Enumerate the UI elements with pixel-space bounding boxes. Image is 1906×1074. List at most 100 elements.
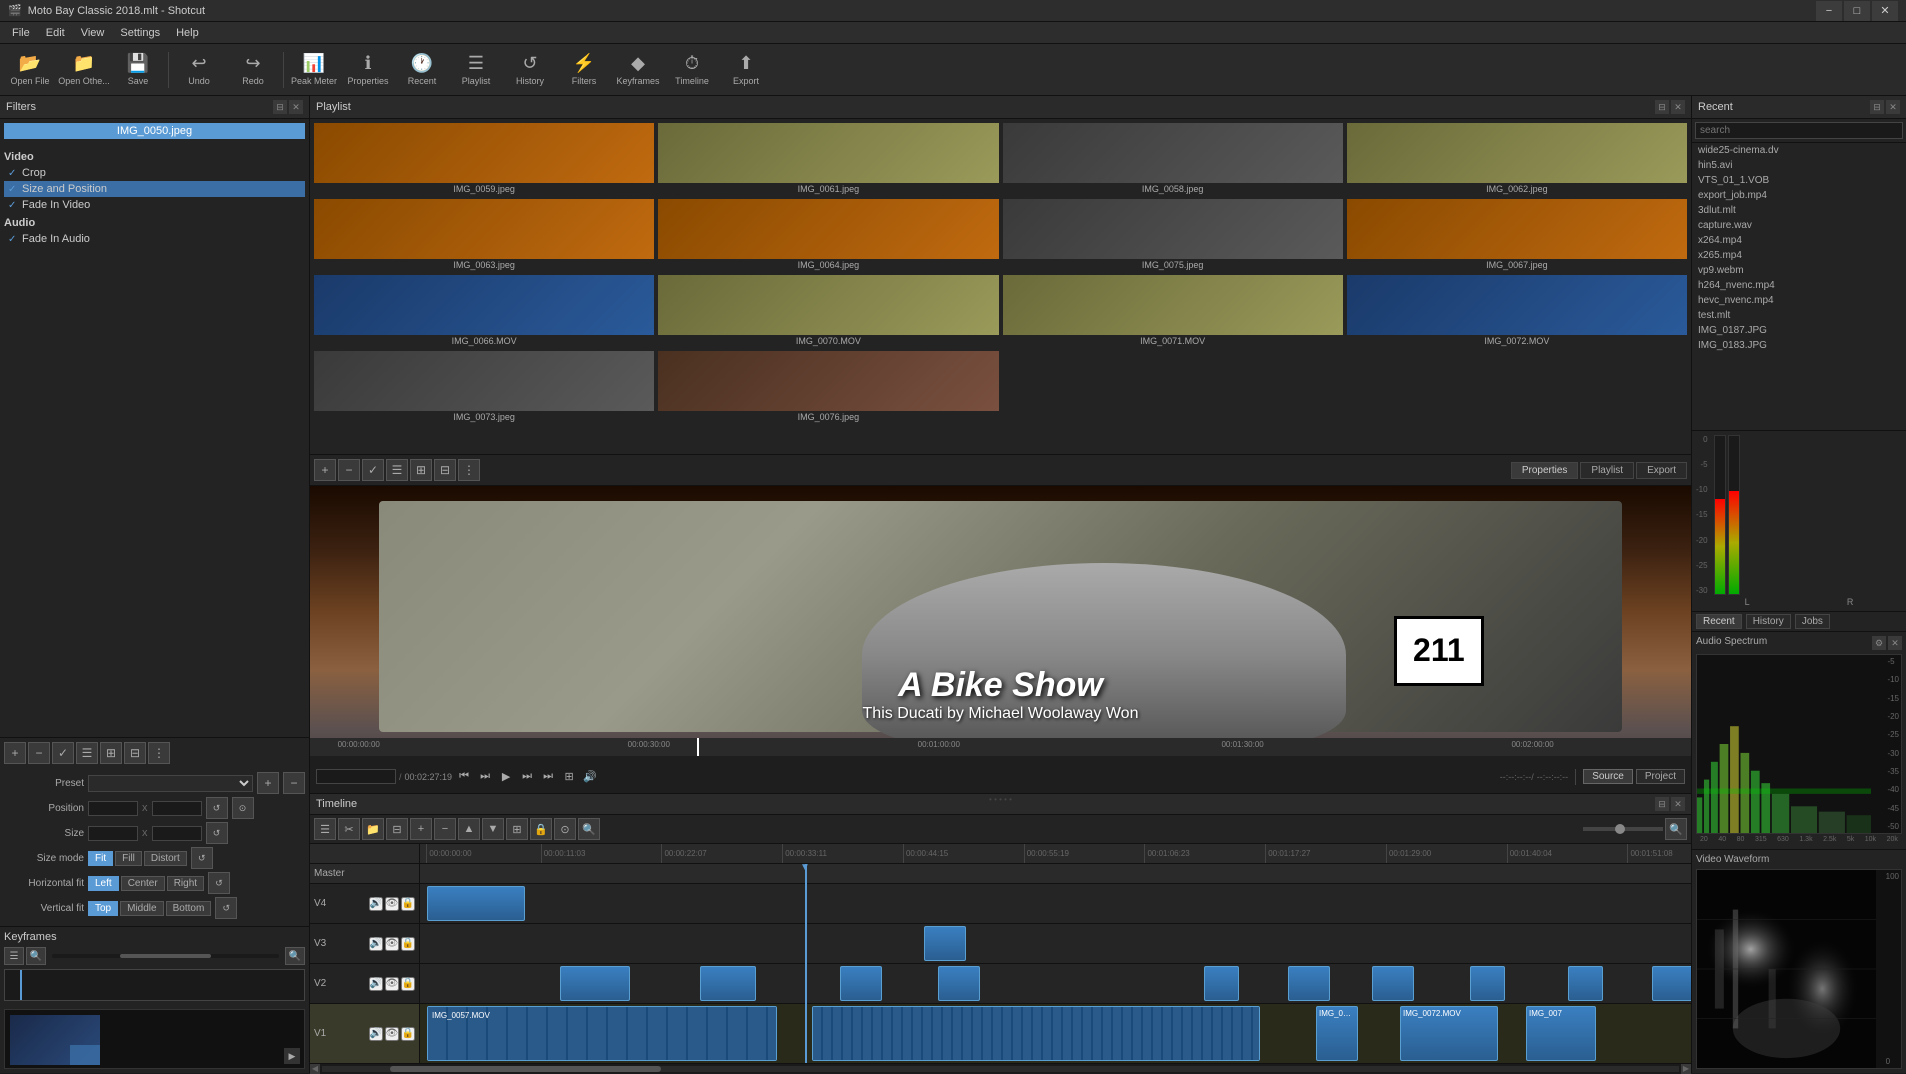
tl-v1-clip-5[interactable]: IMG_007 [1526,1006,1596,1061]
tl-v2-eye-btn[interactable]: 👁 [385,977,399,991]
vfit-reset-btn[interactable]: ↺ [215,897,237,919]
tl-v2-audio-btn[interactable]: 🔊 [369,977,383,991]
recent-item-6[interactable]: x264.mp4 [1692,233,1906,248]
right-btn[interactable]: Right [167,876,204,891]
playlist-item-0059[interactable]: IMG_0059.jpeg [314,123,654,195]
menu-view[interactable]: View [73,25,113,41]
save-button[interactable]: 💾 Save [112,47,164,93]
tl-v2-clip-10[interactable] [1652,966,1691,1001]
kf-list-btn[interactable]: ☰ [4,947,24,965]
playlist-undock-btn[interactable]: ⊟ [1655,100,1669,114]
filter-check-button[interactable]: ✓ [52,742,74,764]
spectrum-settings-btn[interactable]: ⚙ [1872,636,1886,650]
menu-file[interactable]: File [4,25,38,41]
tl-scroll-right-btn[interactable]: ▶ [1681,1064,1691,1074]
export-button[interactable]: ⬆ Export [720,47,772,93]
tl-insert-btn[interactable]: ⊟ [386,818,408,840]
tl-v2-clip-4[interactable] [938,966,980,1001]
properties-button[interactable]: ℹ Properties [342,47,394,93]
filter-grid-button[interactable]: ⊞ [100,742,122,764]
undo-button[interactable]: ↩ Undo [173,47,225,93]
pl-list-btn[interactable]: ☰ [386,459,408,481]
preset-select[interactable] [88,775,253,792]
tl-scroll-track[interactable] [322,1066,1679,1072]
recent-item-9[interactable]: h264_nvenc.mp4 [1692,278,1906,293]
tl-horiz-scroll[interactable]: ◀ ▶ [310,1063,1691,1073]
prev-step-back-btn[interactable]: ⏭ [476,768,494,786]
tl-zoom-in-btn[interactable]: 🔍 [1665,818,1687,840]
spectrum-close-btn[interactable]: ✕ [1888,636,1902,650]
menu-help[interactable]: Help [168,25,207,41]
preset-add-btn[interactable]: + [257,772,279,794]
tl-v2-clip-6[interactable] [1288,966,1330,1001]
playlist-item-0075[interactable]: IMG_0075.jpeg [1003,199,1343,271]
recent-item-5[interactable]: capture.wav [1692,218,1906,233]
filter-size-position[interactable]: ✓ Size and Position [4,181,305,197]
prev-vol-btn[interactable]: 🔊 [581,768,599,786]
tl-v3-eye-btn[interactable]: 👁 [385,937,399,951]
tl-down-btn[interactable]: ▼ [482,818,504,840]
prev-skip-start-btn[interactable]: ⏮ [455,768,473,786]
tl-add-btn[interactable]: + [410,818,432,840]
peak-meter-button[interactable]: 📊 Peak Meter [288,47,340,93]
playlist-item-0066[interactable]: IMG_0066.MOV [314,275,654,347]
right-close-btn[interactable]: ✕ [1886,100,1900,114]
recent-item-7[interactable]: x265.mp4 [1692,248,1906,263]
tl-v3-clip-1[interactable] [924,926,966,961]
playlist-item-0058[interactable]: IMG_0058.jpeg [1003,123,1343,195]
size-mode-reset-btn[interactable]: ↺ [191,847,213,869]
playlist-close-btn[interactable]: ✕ [1671,100,1685,114]
menu-settings[interactable]: Settings [112,25,168,41]
filters-close-button[interactable]: ✕ [289,100,303,114]
pl-dots-btn[interactable]: ⋮ [458,459,480,481]
size-w-input[interactable]: 2013 [88,826,138,841]
tl-remove-btn[interactable]: − [434,818,456,840]
tl-v1-lock-btn[interactable]: 🔒 [401,1027,415,1041]
minimize-button[interactable]: − [1816,1,1842,21]
tl-v4-audio-btn[interactable]: 🔊 [369,897,383,911]
redo-button[interactable]: ↪ Redo [227,47,279,93]
tl-zoom-track[interactable] [1583,827,1663,831]
tl-expand-btn[interactable]: ⊞ [506,818,528,840]
recent-item-4[interactable]: 3dlut.mlt [1692,203,1906,218]
hfit-reset-btn[interactable]: ↺ [208,872,230,894]
maximize-button[interactable]: □ [1844,1,1870,21]
size-h-input[interactable]: 1132 [152,826,202,841]
tl-v3-lock-btn[interactable]: 🔒 [401,937,415,951]
size-reset-btn[interactable]: ↺ [206,822,228,844]
tl-menu-btn[interactable]: ☰ [314,818,336,840]
tl-v2-clip-9[interactable] [1568,966,1603,1001]
filter-fade-in-video[interactable]: ✓ Fade In Video [4,197,305,213]
tl-razor-btn[interactable]: ✂ [338,818,360,840]
pl-grid-btn[interactable]: ⊞ [410,459,432,481]
position-x-input[interactable]: -47 [88,801,138,816]
open-file-button[interactable]: 📂 Open File [4,47,56,93]
filter-view-button[interactable]: ⊟ [124,742,146,764]
tl-scroll-thumb[interactable] [390,1066,661,1072]
timeline-tracks[interactable]: 00:00:00:00 00:00:11:03 00:00:22:07 00:0… [420,844,1691,1063]
position-lock-btn[interactable]: ⊙ [232,797,254,819]
top-btn[interactable]: Top [88,901,118,916]
filters-button[interactable]: ⚡ Filters [558,47,610,93]
tl-snap-btn[interactable]: 🔒 [530,818,552,840]
pl-tab-export[interactable]: Export [1636,462,1687,479]
tl-zoom-thumb[interactable] [1615,824,1625,834]
tl-zoom-btn[interactable]: 🔍 [578,818,600,840]
keyframes-button[interactable]: ◆ Keyframes [612,47,664,93]
prev-step-fwd-btn[interactable]: ⏭ [518,768,536,786]
tl-v2-clip-5[interactable] [1204,966,1239,1001]
filter-add-button[interactable]: + [4,742,26,764]
playlist-item-0076[interactable]: IMG_0076.jpeg [658,351,998,423]
prev-toggle-btn[interactable]: ⊞ [560,768,578,786]
playlist-item-0073[interactable]: IMG_0073.jpeg [314,351,654,423]
tl-v2-clip-3[interactable] [840,966,882,1001]
playlist-item-0071[interactable]: IMG_0071.MOV [1003,275,1343,347]
filter-remove-button[interactable]: − [28,742,50,764]
playlist-item-0061[interactable]: IMG_0061.jpeg [658,123,998,195]
fit-btn[interactable]: Fit [88,851,113,866]
position-y-input[interactable]: -26 [152,801,202,816]
recent-item-1[interactable]: hin5.avi [1692,158,1906,173]
tl-v4-lock-btn[interactable]: 🔒 [401,897,415,911]
kf-zoom-in-btn[interactable]: 🔍 [26,947,46,965]
tl-v2-lock-btn[interactable]: 🔒 [401,977,415,991]
